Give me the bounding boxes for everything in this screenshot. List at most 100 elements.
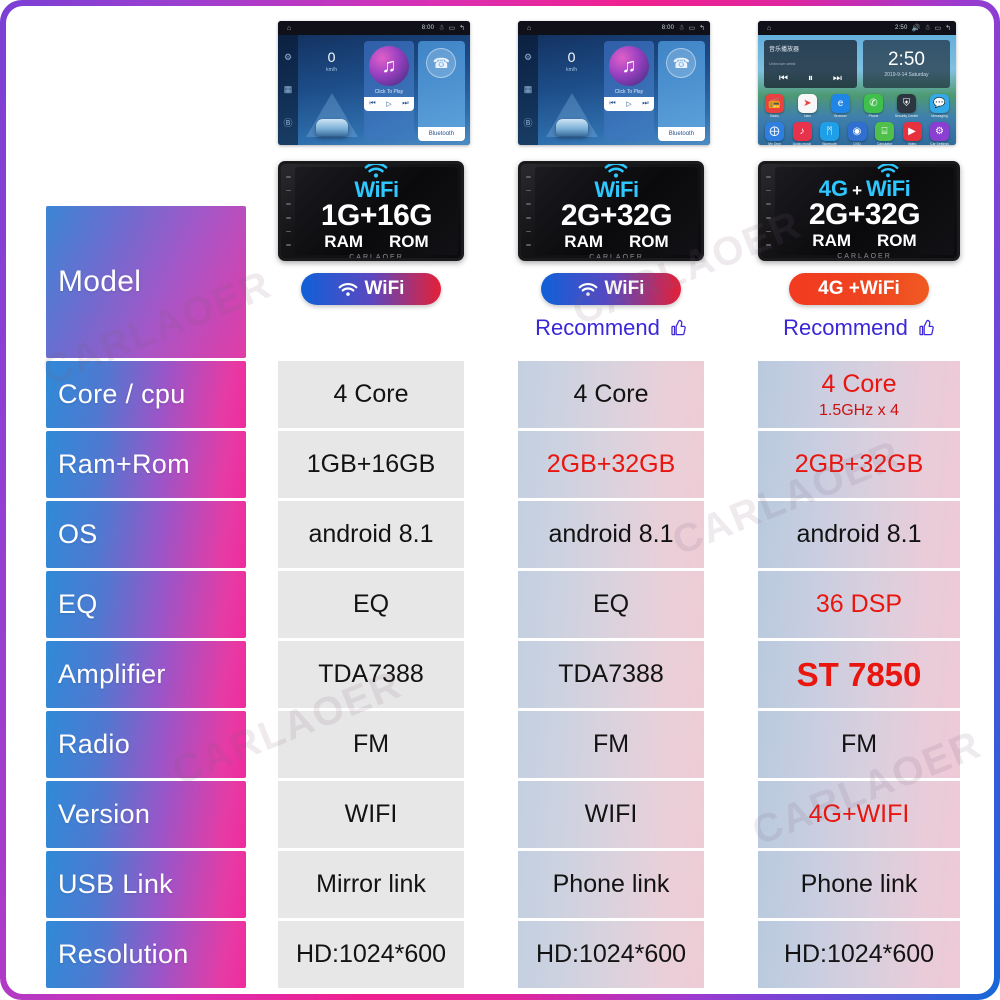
recommend-tag-2: Recommend bbox=[518, 315, 704, 341]
side-buttons bbox=[763, 170, 773, 252]
spec-label-column: Model Core / cpu Ram+Rom OS EQ Amplifier… bbox=[46, 6, 246, 994]
spec-value-radio-col2: FM bbox=[518, 711, 704, 778]
unit-brand: CARLAOER bbox=[589, 253, 644, 261]
spec-value-os-col2: android 8.1 bbox=[518, 501, 704, 568]
spec-text: ST 7850 bbox=[796, 655, 922, 693]
spec-text: WIFI bbox=[344, 800, 398, 828]
spec-value-usb-link-col2: Phone link bbox=[518, 851, 704, 918]
spec-text: FM bbox=[840, 730, 878, 758]
spec-value-resolution-col1: HD:1024*600 bbox=[278, 921, 464, 988]
spec-text: 2GB+32GB bbox=[794, 450, 924, 478]
recommend-label: Recommend bbox=[783, 315, 908, 340]
comparison-page: CARLAOER CARLAOER CARLAOER CARLAOER CARL… bbox=[6, 6, 994, 994]
spec-text: 4 Core bbox=[333, 380, 409, 408]
head-unit-image-3[interactable]: 4G + WiFi 2G+32G RAM ROM CARLAOER bbox=[758, 161, 960, 261]
spec-text: android 8.1 bbox=[548, 520, 674, 548]
head-unit-image-2[interactable]: WiFi 2G+32G RAM ROM CARLAOER bbox=[518, 161, 704, 261]
thumbs-up-icon bbox=[667, 318, 687, 338]
spec-label-model: Model bbox=[46, 206, 246, 358]
unit-network-badge: 4G + WiFi bbox=[818, 164, 911, 201]
product-column-3[interactable]: 4G + WiFi 2G+32G RAM ROM CARLAOER 4G +WiFi Recom… bbox=[758, 6, 960, 994]
spec-value-resolution-col3: HD:1024*600 bbox=[758, 921, 960, 988]
spec-value-eq-col1: EQ bbox=[278, 571, 464, 638]
product-head-1: WiFi 1G+16G RAM ROM CARLAOER WiFi bbox=[278, 161, 464, 305]
thumbs-up-icon bbox=[915, 318, 935, 338]
spec-text: 1GB+16GB bbox=[306, 450, 436, 478]
spec-label-core-cpu: Core / cpu bbox=[46, 361, 246, 428]
head-unit-screen: WiFi 1G+16G RAM ROM CARLAOER bbox=[295, 164, 458, 258]
unit-ram-label: RAM bbox=[564, 231, 604, 251]
unit-rom-label: ROM bbox=[629, 231, 669, 251]
spec-text: 4 Core bbox=[821, 369, 897, 398]
unit-capacity: 2G+32G bbox=[808, 197, 921, 231]
spec-value-radio-col3: FM bbox=[758, 711, 960, 778]
spec-value-core-cpu-col2: 4 Core bbox=[518, 361, 704, 428]
network-badge-3[interactable]: 4G +WiFi bbox=[789, 273, 929, 305]
spec-label-resolution: Resolution bbox=[46, 921, 246, 988]
badge-text: WiFi bbox=[364, 278, 405, 299]
spec-label-usb-link: USB Link bbox=[46, 851, 246, 918]
unit-wifi-label: WiFi bbox=[354, 176, 399, 202]
spec-text: Mirror link bbox=[316, 870, 426, 898]
product-column-1[interactable]: WiFi 1G+16G RAM ROM CARLAOER WiFi 4 Core 1GB+16… bbox=[278, 6, 464, 994]
product-column-2[interactable]: WiFi 2G+32G RAM ROM CARLAOER WiFi Recommend 4 C… bbox=[518, 6, 704, 994]
spec-value-radio-col1: FM bbox=[278, 711, 464, 778]
spec-value-eq-col3: 36 DSP bbox=[758, 571, 960, 638]
unit-brand: CARLAOER bbox=[349, 253, 404, 261]
unit-wifi-label: WiFi bbox=[594, 176, 639, 202]
spec-text: TDA7388 bbox=[318, 660, 424, 688]
network-badge-2[interactable]: WiFi bbox=[541, 273, 681, 305]
spec-text: TDA7388 bbox=[558, 660, 664, 688]
spec-text: 4 Core bbox=[573, 380, 649, 408]
spec-text: HD:1024*600 bbox=[295, 940, 447, 968]
spec-value-ram-rom-col1: 1GB+16GB bbox=[278, 431, 464, 498]
spec-text: FM bbox=[592, 730, 630, 758]
spec-text: Phone link bbox=[552, 870, 670, 898]
unit-rom-label: ROM bbox=[877, 230, 917, 250]
head-unit-image-1[interactable]: WiFi 1G+16G RAM ROM CARLAOER bbox=[278, 161, 464, 261]
spec-text: EQ bbox=[352, 590, 390, 618]
spec-text: android 8.1 bbox=[796, 520, 922, 548]
spec-label-amplifier: Amplifier bbox=[46, 641, 246, 708]
spec-text: android 8.1 bbox=[308, 520, 434, 548]
spec-value-version-col2: WIFI bbox=[518, 781, 704, 848]
product-head-2: WiFi 2G+32G RAM ROM CARLAOER WiFi Recommend bbox=[518, 161, 704, 341]
spec-value-ram-rom-col3: 2GB+32GB bbox=[758, 431, 960, 498]
spec-label-ram-rom: Ram+Rom bbox=[46, 431, 246, 498]
unit-ram-label: RAM bbox=[812, 230, 852, 250]
rainbow-border-frame: CARLAOER CARLAOER CARLAOER CARLAOER CARL… bbox=[0, 0, 1000, 1000]
spec-text: Phone link bbox=[800, 870, 918, 898]
spec-label-eq: EQ bbox=[46, 571, 246, 638]
network-badge-1[interactable]: WiFi bbox=[301, 273, 441, 305]
recommend-label: Recommend bbox=[535, 315, 660, 340]
unit-network-badge: WiFi bbox=[354, 164, 399, 202]
unit-wifi-label: WiFi bbox=[866, 175, 911, 201]
spec-value-usb-link-col3: Phone link bbox=[758, 851, 960, 918]
unit-capacity: 2G+32G bbox=[560, 198, 673, 232]
head-unit-screen: WiFi 2G+32G RAM ROM CARLAOER bbox=[535, 164, 698, 258]
spec-text: HD:1024*600 bbox=[783, 940, 935, 968]
spec-label-radio: Radio bbox=[46, 711, 246, 778]
unit-network-badge: WiFi bbox=[594, 164, 639, 202]
spec-text: 2GB+32GB bbox=[546, 450, 676, 478]
spec-value-os-col1: android 8.1 bbox=[278, 501, 464, 568]
unit-rom-label: ROM bbox=[389, 231, 429, 251]
spec-label-version: Version bbox=[46, 781, 246, 848]
spec-value-amplifier-col1: TDA7388 bbox=[278, 641, 464, 708]
spec-text: 4G+WIFI bbox=[808, 800, 910, 828]
recommend-tag-3: Recommend bbox=[758, 315, 960, 341]
unit-capacity: 1G+16G bbox=[320, 198, 433, 232]
spec-value-amplifier-col2: TDA7388 bbox=[518, 641, 704, 708]
unit-ram-label: RAM bbox=[324, 231, 364, 251]
spec-value-resolution-col2: HD:1024*600 bbox=[518, 921, 704, 988]
spec-value-eq-col2: EQ bbox=[518, 571, 704, 638]
spec-value-ram-rom-col2: 2GB+32GB bbox=[518, 431, 704, 498]
unit-4g-label: 4G bbox=[818, 175, 849, 201]
product-head-3: 4G + WiFi 2G+32G RAM ROM CARLAOER 4G +WiFi Recom… bbox=[758, 161, 960, 341]
spec-value-amplifier-col3: ST 7850 bbox=[758, 641, 960, 708]
spec-text: FM bbox=[352, 730, 390, 758]
spec-value-version-col1: WIFI bbox=[278, 781, 464, 848]
spec-value-usb-link-col1: Mirror link bbox=[278, 851, 464, 918]
badge-text: WiFi bbox=[604, 278, 645, 299]
spec-text: 36 DSP bbox=[815, 590, 903, 618]
